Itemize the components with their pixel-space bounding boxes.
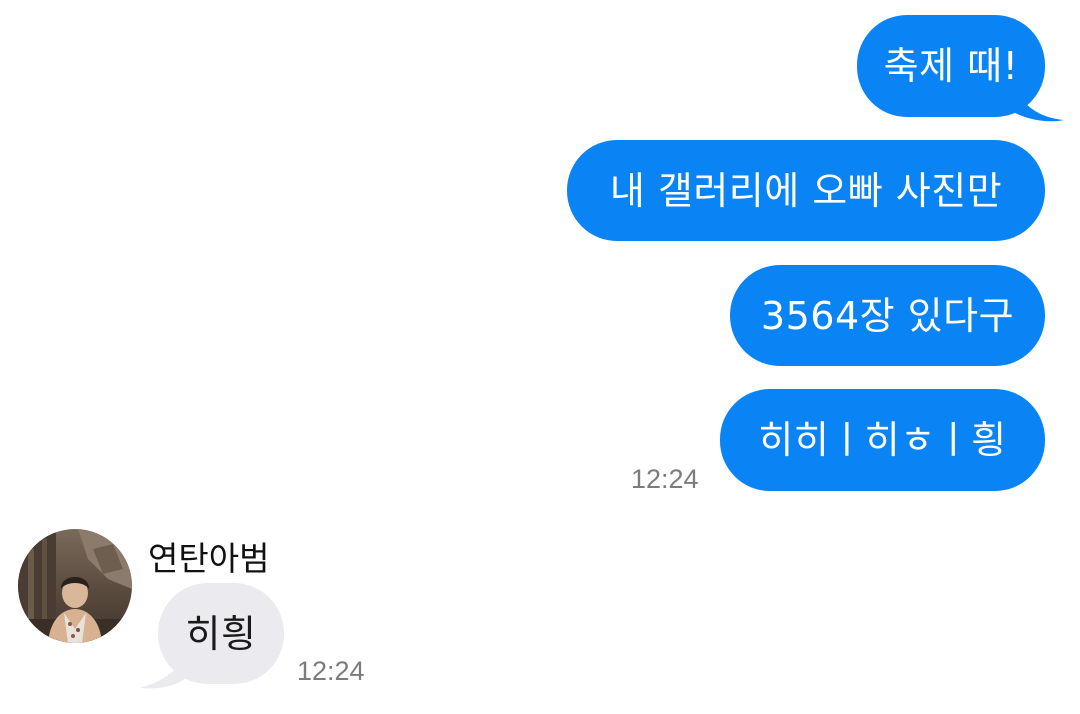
- sender-name: 연탄아범: [148, 539, 270, 578]
- outgoing-message-4[interactable]: 히히ㅣ히ㅎㅣ힁: [720, 389, 1045, 491]
- outgoing-message-3[interactable]: 3564장 있다구: [730, 265, 1045, 366]
- sender-avatar[interactable]: [18, 529, 132, 643]
- profile-photo-icon: [18, 529, 132, 643]
- incoming-message[interactable]: 히힁: [158, 583, 284, 684]
- outgoing-message-1[interactable]: 축제 때!: [857, 15, 1045, 117]
- incoming-timestamp: 12:24: [297, 656, 365, 686]
- chat-screen: 축제 때! 내 갤러리에 오빠 사진만 3564장 있다구 히히ㅣ히ㅎㅣ힁 12…: [0, 0, 1080, 714]
- outgoing-message-2[interactable]: 내 갤러리에 오빠 사진만: [567, 140, 1045, 241]
- outgoing-timestamp: 12:24: [631, 464, 699, 494]
